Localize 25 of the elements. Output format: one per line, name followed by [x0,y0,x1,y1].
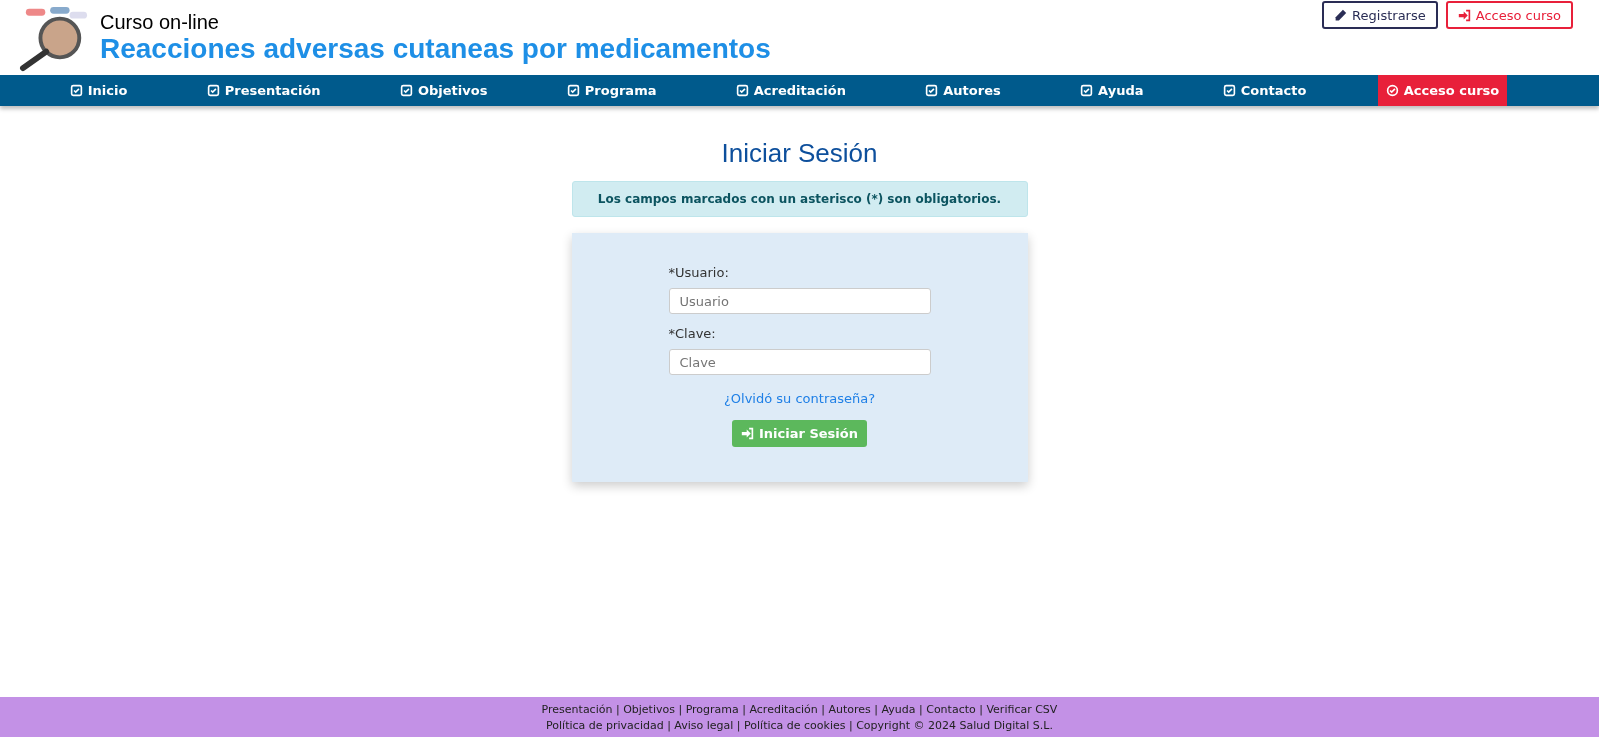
register-button[interactable]: Registrarse [1322,1,1438,29]
nav-link[interactable]: Ayuda [1072,75,1152,106]
required-fields-notice: Los campos marcados con un asterisco (*) son obligatorios. [571,181,1028,217]
checkbox-icon [399,84,413,97]
field-label: *Usuario: [668,265,730,280]
pencil-icon [1334,8,1348,22]
nav-link[interactable]: Inicio [61,75,136,106]
nav-link[interactable]: Programa [558,75,665,106]
page-heading: Iniciar Sesión [721,138,878,169]
course-title: Reacciones adversas cutaneas por medicamentos [100,33,771,65]
footer-links[interactable]: Presentación | Objetivos | Programa | Acreditación | Autores | Ayuda | Contacto | Verificar CSV [541,702,1058,716]
course-subtitle: Curso on-line [100,10,220,34]
footer-links[interactable]: Política de privacidad | Aviso legal | Política de cookies | Copyright © 2024 Salud Digital S.L. [546,718,1053,732]
input-field[interactable]: Usuario [668,288,931,314]
input-field[interactable]: Clave [668,349,931,375]
field-label: *Clave: [668,326,717,341]
nav-link[interactable]: Acreditación [727,75,854,106]
nav-link[interactable]: Presentación [198,75,329,106]
access-course-button[interactable]: Acceso curso [1445,1,1573,29]
nav-link[interactable]: Objetivos [391,75,496,106]
nav-link[interactable]: Contacto [1214,75,1315,106]
sign-in-icon [741,427,754,440]
nav-link[interactable]: Acceso curso [1377,75,1508,106]
sign-in-icon [1457,8,1471,22]
nav-link[interactable]: Autores [917,75,1009,106]
